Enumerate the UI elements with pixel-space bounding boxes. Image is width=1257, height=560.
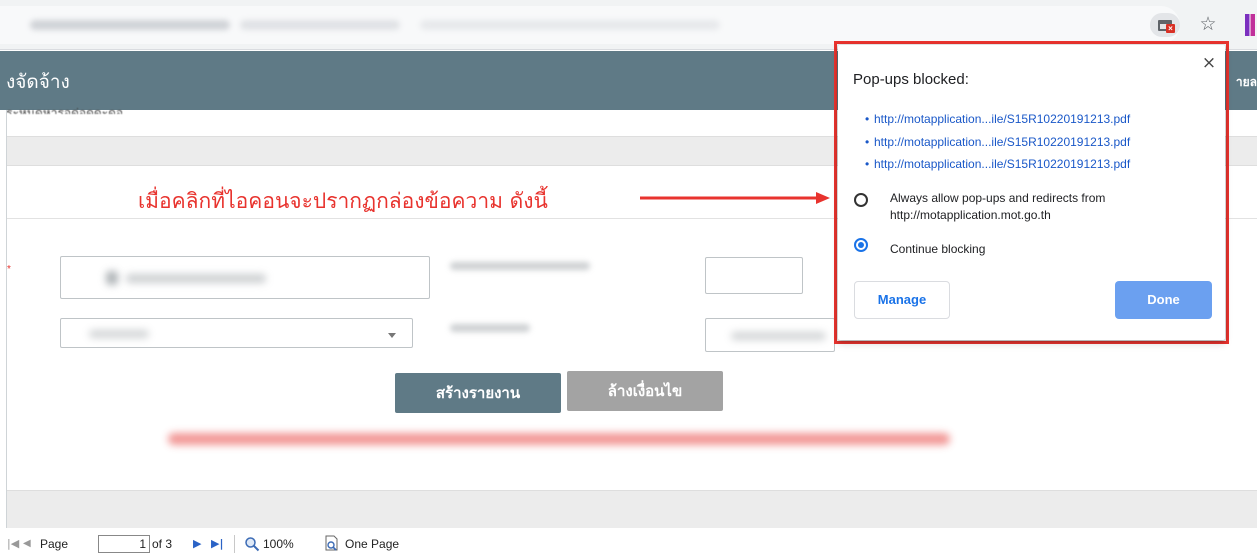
annotation-arrow-icon xyxy=(640,192,830,204)
blocked-links-list: • http://motapplication...ile/S15R1022019… xyxy=(865,108,1130,176)
manage-button[interactable]: Manage xyxy=(854,281,950,319)
continue-blocking-radio[interactable] xyxy=(854,238,868,252)
first-page-icon[interactable]: |◀ xyxy=(7,537,19,551)
required-marker: * xyxy=(7,264,11,275)
next-page-icon[interactable]: ▶ xyxy=(193,537,201,551)
create-report-button[interactable]: สร้างรายงาน xyxy=(395,373,561,413)
toolbar-separator xyxy=(234,535,235,553)
done-button[interactable]: Done xyxy=(1115,281,1212,319)
blocked-popup-link[interactable]: • http://motapplication...ile/S15R1022019… xyxy=(865,131,1130,154)
zoom-level[interactable]: 100% xyxy=(263,537,294,551)
allow-popups-label[interactable]: Always allow pop-ups and redirects from … xyxy=(890,190,1215,224)
blurred-url xyxy=(420,20,720,30)
zoom-icon[interactable] xyxy=(244,536,260,552)
bookmark-star-icon[interactable]: ☆ xyxy=(1196,12,1220,36)
text-input[interactable] xyxy=(60,256,430,299)
blocked-popup-link[interactable]: • http://motapplication...ile/S15R1022019… xyxy=(865,153,1130,176)
page: × ☆ งจัดจ้าง ายล ระหนดหารอด่อดดะดอ เมื่อ… xyxy=(0,0,1257,560)
allow-popups-radio[interactable] xyxy=(854,193,868,207)
field-label xyxy=(450,324,530,332)
last-page-icon[interactable]: ▶| xyxy=(211,537,223,551)
section-divider xyxy=(7,490,1257,528)
annotation-text: เมื่อคลิกที่ไอคอนจะปรากฏกล่องข้อความ ดัง… xyxy=(138,189,548,213)
clear-conditions-button[interactable]: ล้างเงื่อนไข xyxy=(567,371,723,411)
page-number-input[interactable] xyxy=(98,535,150,553)
close-icon[interactable]: × xyxy=(1201,55,1217,72)
report-toolbar: |◀ ◀ Page of 3 ▶ ▶| 100% One Page xyxy=(0,528,1257,560)
select-dropdown[interactable] xyxy=(60,318,413,348)
page-label: Page xyxy=(40,537,69,551)
chevron-down-icon xyxy=(388,333,396,338)
one-page-icon[interactable] xyxy=(324,535,340,552)
page-count: of 3 xyxy=(152,537,173,551)
notice-text xyxy=(168,433,950,445)
popup-blocked-icon[interactable]: × xyxy=(1150,13,1180,37)
field-label xyxy=(450,262,590,270)
blurred-url xyxy=(240,20,400,30)
prev-page-icon[interactable]: ◀ xyxy=(23,537,31,551)
continue-blocking-label[interactable]: Continue blocking xyxy=(890,241,985,258)
address-bar[interactable] xyxy=(0,6,1180,44)
dialog-title: Pop-ups blocked: xyxy=(853,71,969,88)
popups-blocked-dialog: Pop-ups blocked: × • http://motapplicatio… xyxy=(838,45,1225,340)
header-right-text: ายล xyxy=(1235,75,1257,89)
text-input[interactable] xyxy=(705,257,803,294)
blocked-popup-link[interactable]: • http://motapplication...ile/S15R1022019… xyxy=(865,108,1130,131)
blurred-url xyxy=(30,20,230,30)
page-title: งจัดจ้าง xyxy=(6,71,70,93)
one-page-label[interactable]: One Page xyxy=(345,537,399,551)
select-dropdown[interactable] xyxy=(705,318,835,352)
extension-icon[interactable] xyxy=(1245,14,1255,36)
